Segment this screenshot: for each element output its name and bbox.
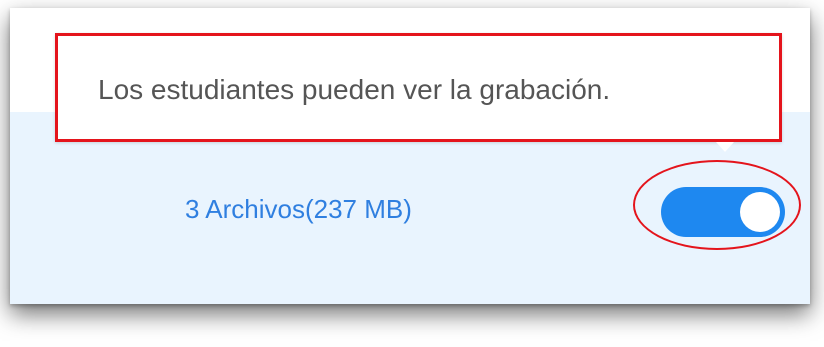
tooltip: Los estudiantes pueden ver la grabación. <box>55 33 782 142</box>
tooltip-caret <box>716 142 734 152</box>
students-visibility-toggle[interactable] <box>661 187 785 237</box>
screenshot-stage: 3 Archivos(237 MB) Los estudiantes puede… <box>0 0 824 347</box>
tooltip-text: Los estudiantes pueden ver la grabación. <box>98 74 611 105</box>
recording-files-link[interactable]: 3 Archivos(237 MB) <box>185 194 412 225</box>
toggle-knob <box>740 192 780 232</box>
